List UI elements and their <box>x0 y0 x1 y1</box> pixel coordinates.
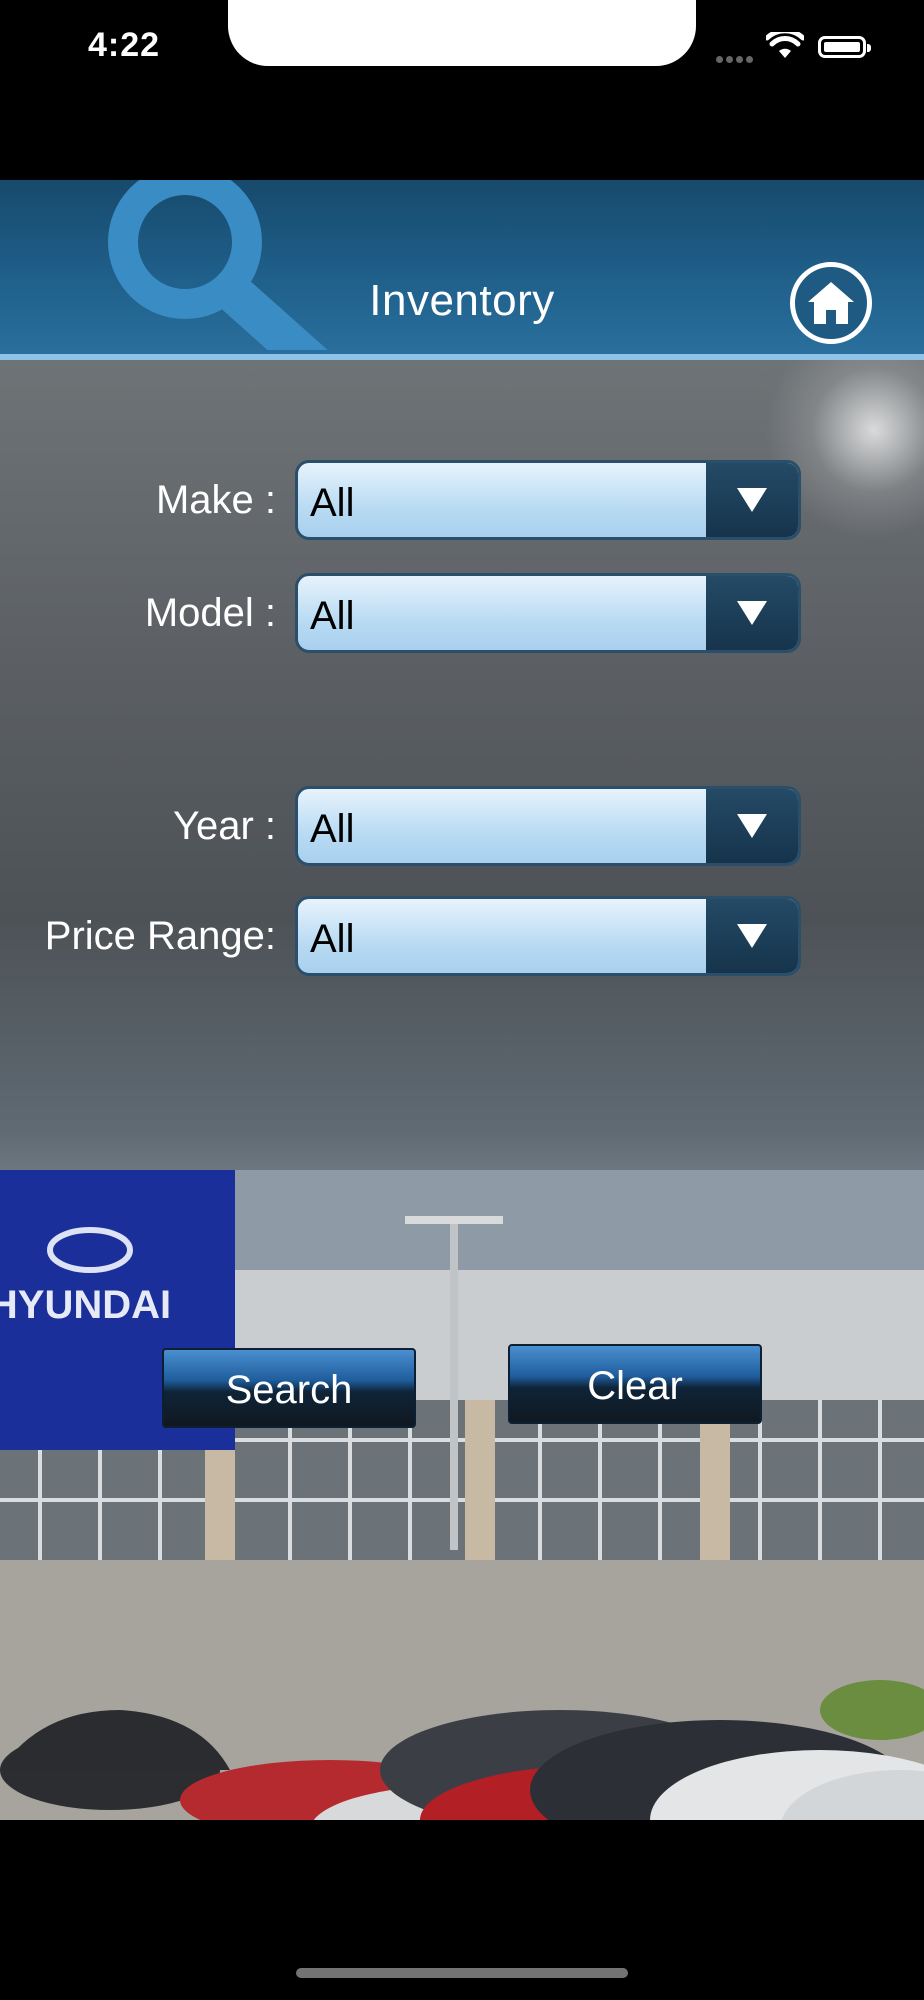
model-row: Model : All <box>0 573 924 653</box>
dealership-background-image: HYUNDAI <box>0 1170 924 1820</box>
home-icon <box>808 282 854 324</box>
model-dropdown-button[interactable] <box>706 576 798 650</box>
chevron-down-icon <box>737 601 767 625</box>
status-bar: 4:22 <box>0 0 924 70</box>
year-row: Year : All <box>0 786 924 866</box>
price-range-select[interactable]: All <box>295 896 801 976</box>
chevron-down-icon <box>737 814 767 838</box>
model-select-value: All <box>310 594 355 638</box>
make-label: Make : <box>155 478 276 522</box>
price-range-select-value: All <box>310 917 355 961</box>
make-row: Make : All <box>0 460 924 540</box>
dealership-sign-text: HYUNDAI <box>0 1283 171 1327</box>
price-range-dropdown-button[interactable] <box>706 899 798 973</box>
page-title: Inventory <box>369 276 555 325</box>
battery-icon <box>818 36 871 58</box>
status-time: 4:22 <box>88 26 161 64</box>
make-select-value: All <box>310 481 355 525</box>
year-select[interactable]: All <box>295 786 801 866</box>
device-notch <box>228 0 696 66</box>
search-button[interactable]: Search <box>162 1348 416 1428</box>
app-header: Inventory <box>0 180 924 360</box>
home-button[interactable] <box>790 262 872 344</box>
chevron-down-icon <box>737 488 767 512</box>
home-indicator[interactable] <box>296 1968 628 1978</box>
model-label: Model : <box>144 591 276 635</box>
chevron-down-icon <box>737 924 767 948</box>
make-select[interactable]: All <box>295 460 801 540</box>
year-dropdown-button[interactable] <box>706 789 798 863</box>
year-select-value: All <box>310 807 355 851</box>
year-label: Year : <box>172 804 276 848</box>
clear-button[interactable]: Clear <box>508 1344 762 1424</box>
signal-icon <box>716 50 756 68</box>
model-select[interactable]: All <box>295 573 801 653</box>
wifi-icon <box>766 32 804 58</box>
price-range-row: Price Range: All <box>0 896 924 976</box>
make-dropdown-button[interactable] <box>706 463 798 537</box>
inventory-screen: HYUNDAI Inventory Make: All Model: All… <box>0 180 924 1820</box>
price-range-label: Price Range: <box>44 914 276 958</box>
